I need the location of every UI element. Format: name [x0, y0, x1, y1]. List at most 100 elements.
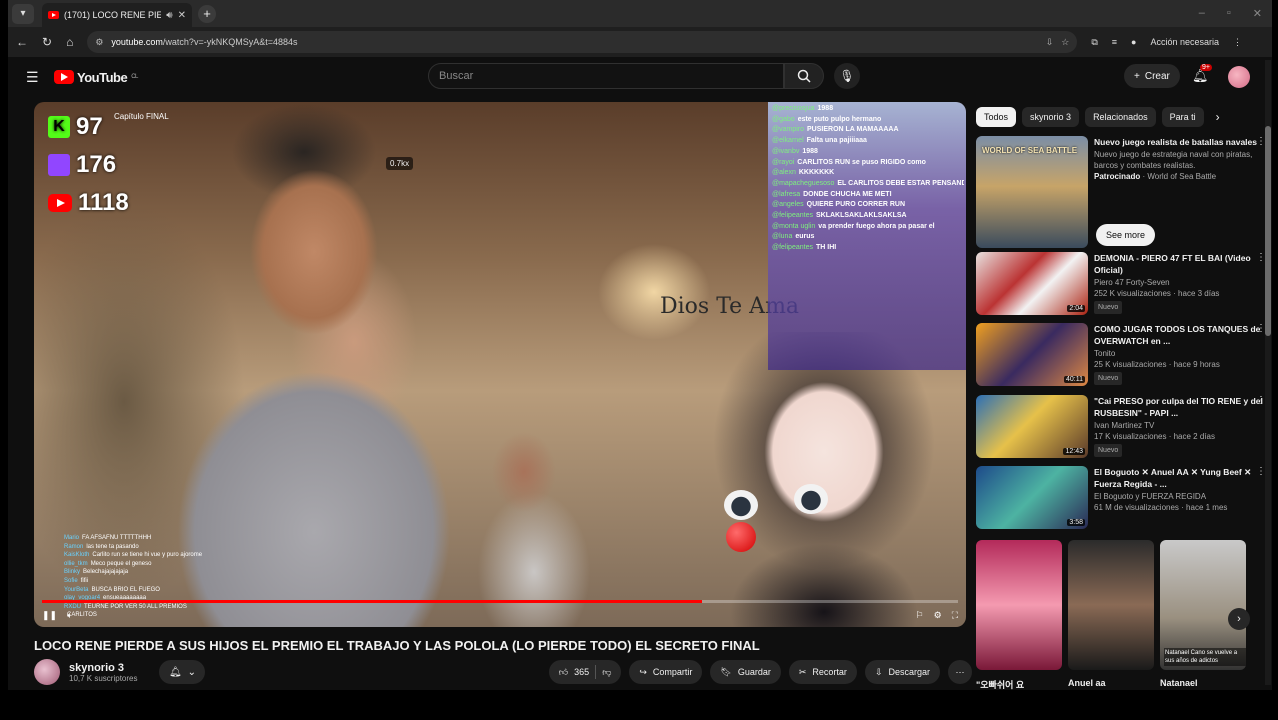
chat-message: Mario FA AFSAFNU TTTTTHHH	[64, 534, 264, 543]
short-item[interactable]: "오빠쉬어 요	[976, 540, 1062, 690]
menu-icon[interactable]: ☰	[26, 69, 40, 86]
chat-text: Carlito run se tiene hi vue y puro ajoro…	[92, 552, 203, 559]
address-bar[interactable]: ⚙ youtube.com/watch?v=-ykNKQMSyA&t=4884s…	[87, 31, 1078, 53]
back-icon[interactable]: ←	[16, 35, 28, 49]
video-title-link[interactable]: "Cai PRESO por culpa del TIO RENE y del …	[1094, 395, 1266, 419]
tab-search-button[interactable]: ▾	[12, 3, 34, 24]
page-scrollbar[interactable]	[1265, 60, 1271, 685]
close-tab-icon[interactable]: ✕	[178, 10, 186, 21]
chip-for-you[interactable]: Para ti	[1161, 107, 1204, 127]
more-actions-button[interactable]: ⋯	[948, 660, 972, 684]
recommended-video[interactable]: 3:58 El Boguoto ✕ Anuel AA ✕ Yung Beef ✕ …	[976, 466, 1266, 529]
search-input[interactable]: Buscar	[428, 63, 784, 89]
short-thumbnail[interactable]	[1068, 540, 1154, 670]
chip-channel[interactable]: skynorio 3	[1022, 107, 1080, 127]
like-overlay-icon[interactable]: ⚐	[916, 610, 924, 621]
settings-icon[interactable]: ⚙	[934, 610, 942, 621]
account-avatar[interactable]	[1228, 66, 1250, 88]
clip-button[interactable]: ✂ Recortar	[788, 660, 857, 684]
close-window-icon[interactable]: ✕	[1253, 7, 1262, 20]
channel-avatar[interactable]	[34, 659, 60, 685]
browser-menu-icon[interactable]: ⋮	[1233, 37, 1242, 48]
video-info: El Boguoto ✕ Anuel AA ✕ Yung Beef ✕ Fuer…	[1094, 466, 1266, 529]
recommended-video[interactable]: 12:43 "Cai PRESO por culpa del TIO RENE y…	[976, 395, 1266, 458]
scrollbar-thumb[interactable]	[1265, 126, 1271, 336]
media-icon[interactable]: ≡	[1112, 37, 1117, 47]
new-badge: Nuevo	[1094, 444, 1123, 457]
download-button[interactable]: ⇩ Descargar	[864, 660, 940, 684]
pause-icon[interactable]: ❚❚	[42, 610, 57, 621]
chat-message: Blinky Belechajajajajaja	[64, 568, 264, 577]
short-thumbnail[interactable]: Natanael Cano se vuelve a sus años de ad…	[1160, 540, 1246, 670]
video-title-link[interactable]: DEMONIA - PIERO 47 FT EL BAI (Video Ofic…	[1094, 252, 1266, 276]
video-thumbnail[interactable]: 3:58	[976, 466, 1088, 529]
channel-name[interactable]: Piero 47 Forty-Seven	[1094, 277, 1266, 288]
minimize-icon[interactable]: –	[1199, 7, 1205, 20]
create-button[interactable]: + Crear	[1124, 64, 1180, 88]
channel-name[interactable]: Tonito	[1094, 348, 1266, 359]
extensions-icon[interactable]: ⧉	[1091, 37, 1097, 48]
see-more-button[interactable]: See more	[1096, 224, 1156, 246]
chat-username: ollie_tkm	[64, 560, 88, 567]
speaker-icon[interactable]: 🔊︎	[166, 10, 172, 21]
reload-icon[interactable]: ↻	[42, 35, 52, 49]
search-button[interactable]	[784, 63, 824, 89]
video-title-link[interactable]: COMO JUGAR TODOS LOS TANQUES de OVERWATC…	[1094, 323, 1266, 347]
youtube-logo[interactable]: YouTube CL	[54, 70, 138, 85]
share-button[interactable]: ↪ Compartir	[629, 660, 703, 684]
dislike-icon[interactable]: 👎︎	[602, 667, 611, 678]
video-thumbnail[interactable]: 2:04	[976, 252, 1088, 315]
fullscreen-icon[interactable]: ⛶	[952, 610, 958, 621]
voice-search-button[interactable]: 🎙︎	[834, 63, 860, 89]
ad-description: Nuevo juego de estrategia naval con pira…	[1094, 150, 1253, 170]
browser-tab[interactable]: (1701) LOCO RENE PIERDI 🔊︎ ✕	[42, 3, 192, 27]
profile-icon[interactable]: ●	[1131, 37, 1136, 47]
volume-icon[interactable]: 🔈︎	[67, 610, 72, 621]
channel-name[interactable]: skynorio 3	[69, 662, 137, 674]
channel-name[interactable]: El Boguoto y FUERZA REGIDA	[1094, 491, 1266, 502]
ad-title[interactable]: Nuevo juego realista de batallas navales	[1094, 136, 1266, 148]
chat-text: KKKKKKK	[798, 169, 835, 177]
kick-icon: K	[48, 116, 70, 138]
progress-fill	[42, 600, 702, 603]
player-controls: ❚❚ 🔈︎ ⚐ ⚙ ⛶	[42, 605, 958, 625]
site-info-icon[interactable]: ⚙	[95, 37, 103, 48]
toolbar-right: ⧉ ≡ ● Acción necesaria ⋮	[1091, 37, 1242, 48]
chevron-right-icon[interactable]: ›	[1216, 110, 1220, 124]
channel-name[interactable]: Ivan Martinez TV	[1094, 420, 1266, 431]
chat-username: @alexn	[772, 169, 796, 177]
short-title[interactable]: Anuel aa	[1068, 678, 1106, 688]
home-icon[interactable]: ⌂	[66, 35, 73, 49]
video-thumbnail[interactable]: 40:11	[976, 323, 1088, 386]
video-player[interactable]: Dios Te Ama Capítulo FINAL K 97 176 1118…	[34, 102, 966, 627]
like-dislike-button[interactable]: 👍︎ 365 👎︎	[548, 660, 622, 684]
short-item[interactable]: Natanael Cano se vuelve a sus años de ad…	[1160, 540, 1246, 688]
recommended-video[interactable]: 2:04 DEMONIA - PIERO 47 FT EL BAI (Video …	[976, 252, 1266, 315]
video-title: LOCO RENE PIERDE A SUS HIJOS EL PREMIO E…	[34, 638, 760, 653]
bookmark-star-icon[interactable]: ☆	[1061, 37, 1069, 48]
ad-thumbnail[interactable]: WORLD OF SEA BATTLE	[976, 136, 1088, 248]
chip-all[interactable]: Todos	[976, 107, 1017, 127]
like-icon[interactable]: 👍︎	[559, 667, 568, 678]
short-title[interactable]: Natanael	[1160, 678, 1198, 688]
shorts-next-button[interactable]: ›	[1228, 608, 1250, 630]
chat-message: @alexn KKKKKKK	[772, 168, 964, 179]
subscribed-button[interactable]: 🔔︎ ⌄	[159, 660, 206, 684]
action-required-label[interactable]: Acción necesaria	[1150, 37, 1219, 47]
short-title[interactable]: "오빠쉬어 요	[976, 678, 1024, 691]
chat-text: 1988	[802, 147, 818, 155]
install-icon[interactable]: ⇩	[1046, 37, 1054, 48]
recommended-video[interactable]: 40:11 COMO JUGAR TODOS LOS TANQUES de OVE…	[976, 323, 1266, 386]
video-thumbnail[interactable]: 12:43	[976, 395, 1088, 458]
save-button[interactable]: 🔖︎ Guardar	[710, 660, 781, 684]
short-thumbnail[interactable]	[976, 540, 1062, 670]
new-tab-button[interactable]: +	[198, 4, 216, 23]
notifications-button[interactable]: 🔔︎ 9+	[1192, 64, 1212, 84]
video-title-link[interactable]: El Boguoto ✕ Anuel AA ✕ Yung Beef ✕ Fuer…	[1094, 466, 1266, 490]
tab-strip: ▾ (1701) LOCO RENE PIERDI 🔊︎ ✕ + – ▫ ✕	[8, 0, 1272, 27]
chat-username: @mapacheguesoso	[772, 179, 835, 187]
progress-bar[interactable]	[42, 600, 958, 603]
maximize-icon[interactable]: ▫	[1227, 7, 1231, 20]
chip-related[interactable]: Relacionados	[1085, 107, 1156, 127]
short-item[interactable]: Anuel aa	[1068, 540, 1154, 688]
